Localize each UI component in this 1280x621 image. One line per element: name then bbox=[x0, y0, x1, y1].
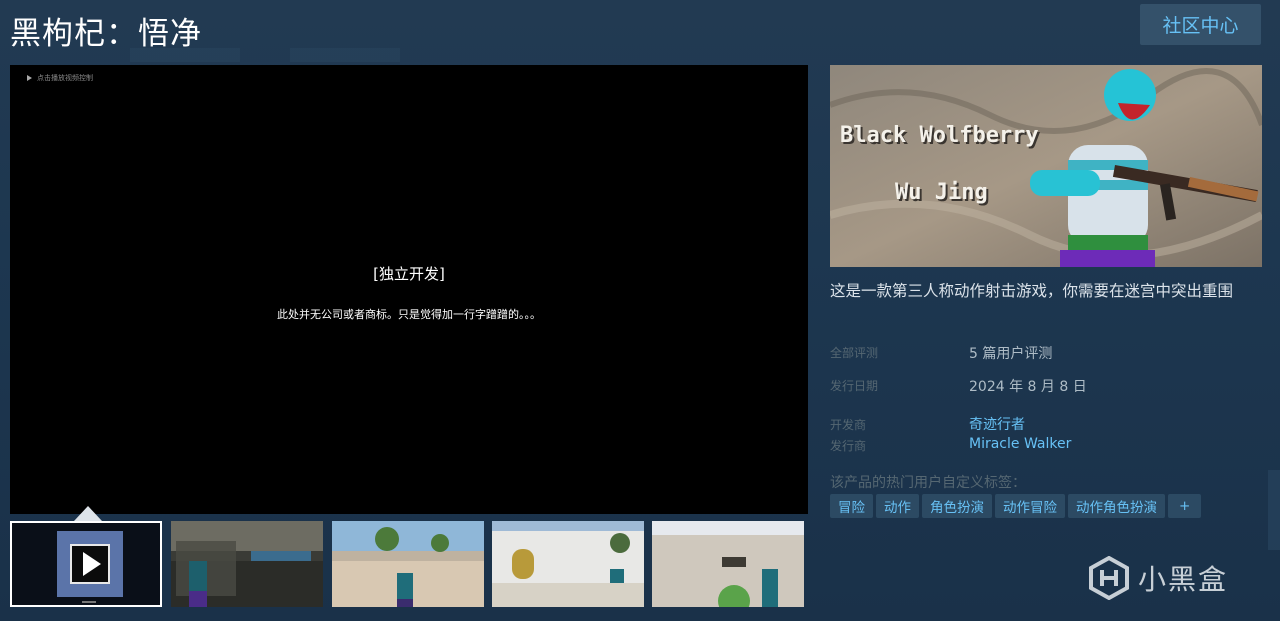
video-player[interactable]: 点击播放视频控制 [独立开发] 此处并无公司或者商标。只是觉得加一行字蹭蹭的。。… bbox=[10, 65, 808, 514]
play-small-icon bbox=[27, 75, 32, 81]
tag-rpg[interactable]: 角色扮演 bbox=[922, 494, 992, 518]
reviews-value[interactable]: 5 篇用户评测 bbox=[969, 343, 1052, 363]
thumbnail-screenshot-3[interactable] bbox=[492, 521, 644, 607]
video-headline: [独立开发] bbox=[373, 265, 445, 283]
watermark: 小黑盒 bbox=[1088, 556, 1228, 600]
tags-label: 该产品的热门用户自定义标签： bbox=[830, 475, 1026, 491]
selected-thumb-arrow bbox=[74, 506, 102, 521]
developer-label: 开发商 bbox=[830, 418, 867, 432]
video-source-label: 点击播放视频控制 bbox=[27, 73, 93, 83]
capsule-title-line1: Black Wolfberry bbox=[840, 123, 1039, 148]
screenshot-2-image bbox=[332, 521, 484, 607]
tag-list: 冒险 动作 角色扮演 动作冒险 动作角色扮演 + bbox=[830, 494, 1202, 518]
community-hub-button[interactable]: 社区中心 bbox=[1140, 4, 1261, 45]
tag-more-button[interactable]: + bbox=[1168, 494, 1202, 518]
thumbnail-strip bbox=[10, 521, 808, 609]
game-description: 这是一款第三人称动作射击游戏，你需要在迷宫中突出重围 bbox=[830, 282, 1234, 300]
tag-action-adventure[interactable]: 动作冒险 bbox=[995, 494, 1065, 518]
tag-action[interactable]: 动作 bbox=[876, 494, 919, 518]
video-source-text: 点击播放视频控制 bbox=[37, 74, 93, 82]
release-date-value: 2024 年 8 月 8 日 bbox=[969, 379, 1087, 395]
publisher-link[interactable]: Miracle Walker bbox=[969, 436, 1071, 452]
video-thumb-image bbox=[12, 523, 160, 605]
screenshot-3-image bbox=[492, 521, 644, 607]
publisher-label: 发行商 bbox=[830, 439, 867, 453]
tag-action-rpg[interactable]: 动作角色扮演 bbox=[1068, 494, 1165, 518]
thumbnail-screenshot-2[interactable] bbox=[332, 521, 484, 607]
xiaoheihe-logo-icon bbox=[1089, 556, 1129, 600]
reviews-label: 全部评测 bbox=[830, 346, 879, 360]
screenshot-1-image bbox=[171, 521, 323, 607]
capsule-title-line2: Wu Jing bbox=[895, 180, 988, 205]
developer-link[interactable]: 奇迹行者 bbox=[969, 414, 1025, 434]
capsule-art bbox=[830, 65, 1262, 267]
thumbnail-video[interactable] bbox=[10, 521, 162, 607]
watermark-text: 小黑盒 bbox=[1138, 563, 1229, 596]
page-title: 黑枸杞：悟净 bbox=[10, 16, 202, 52]
screenshot-4-image bbox=[652, 521, 804, 607]
thumbnail-screenshot-1[interactable] bbox=[171, 521, 323, 607]
thumbnail-screenshot-4[interactable] bbox=[652, 521, 804, 607]
tag-adventure[interactable]: 冒险 bbox=[830, 494, 873, 518]
game-capsule-image: Black Wolfberry Wu Jing bbox=[830, 65, 1262, 267]
video-subline: 此处并无公司或者商标。只是觉得加一行字蹭蹭的。。。 bbox=[277, 308, 541, 321]
release-date-label: 发行日期 bbox=[830, 379, 879, 393]
